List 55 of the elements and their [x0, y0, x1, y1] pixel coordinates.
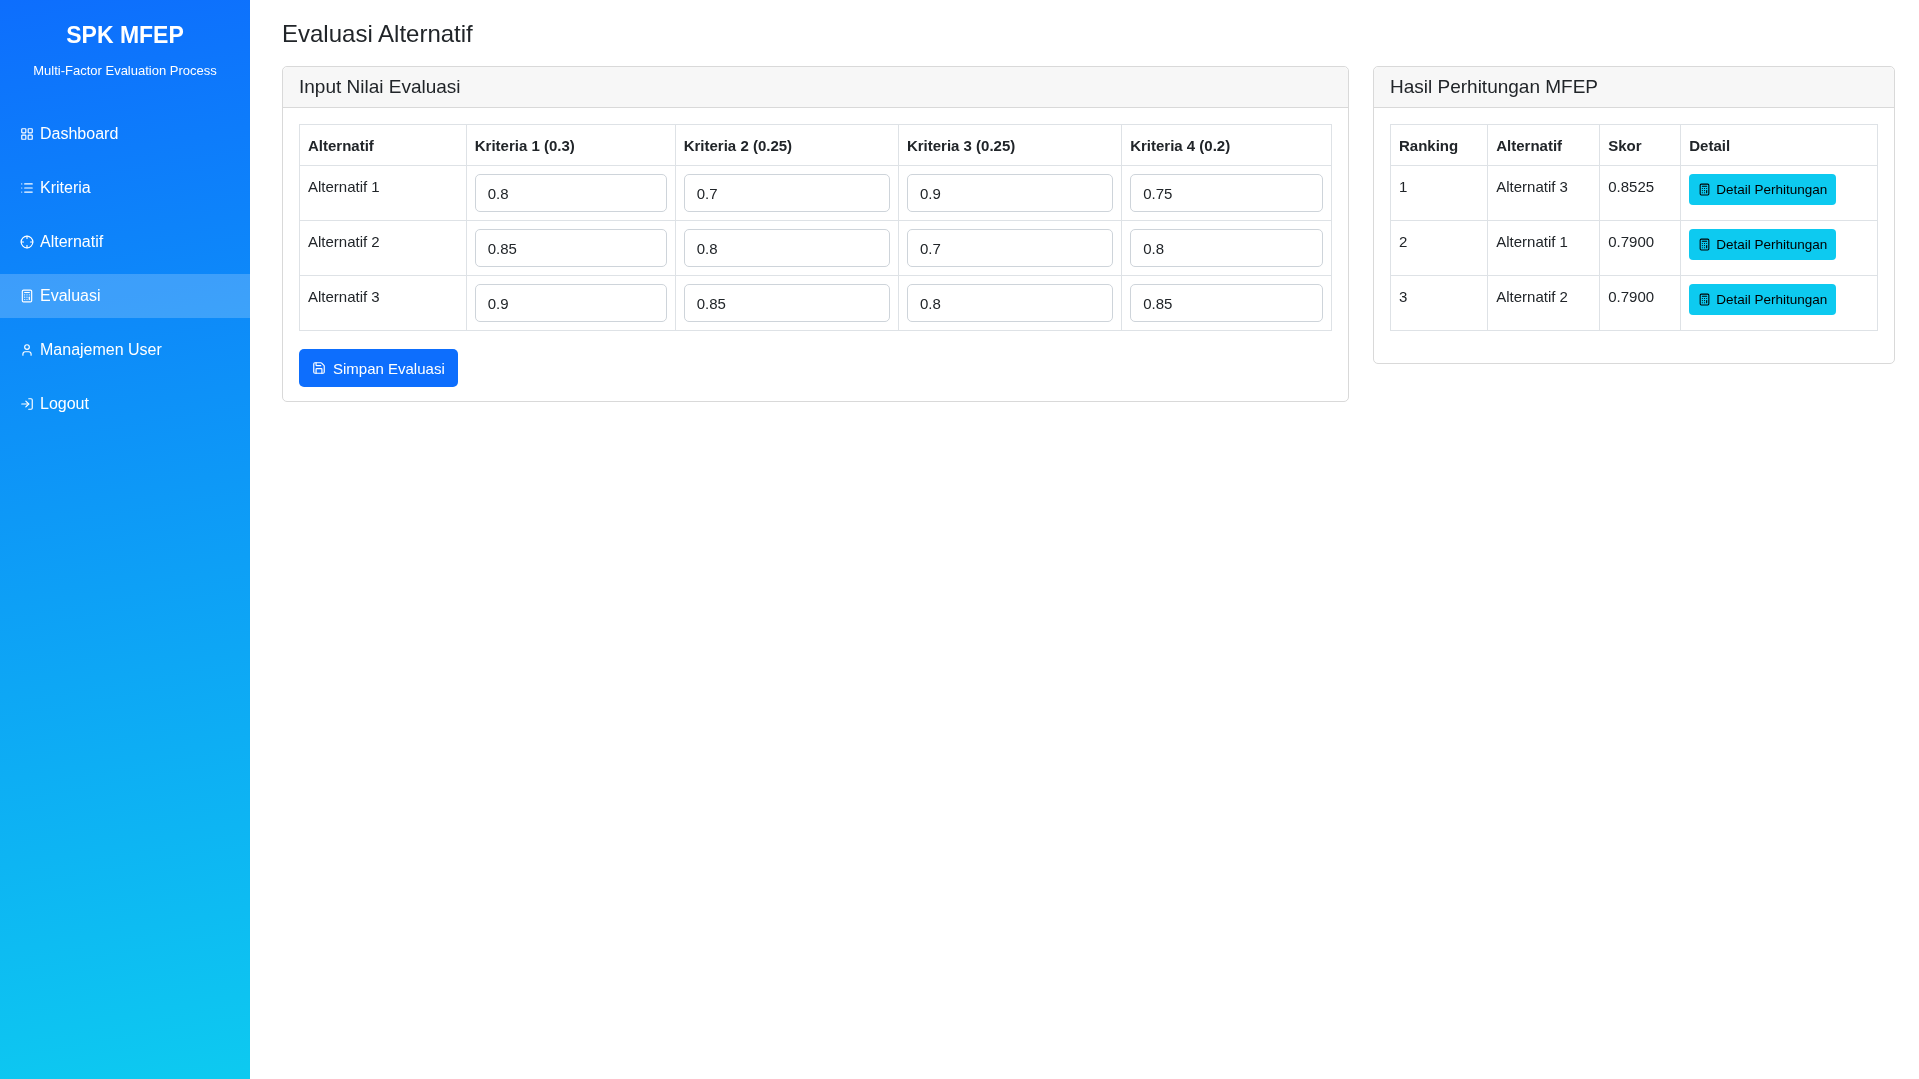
crosshair-icon [20, 235, 34, 249]
column-header: Alternatif [299, 124, 467, 166]
table-cell: 3 [1390, 275, 1488, 331]
calculator-icon [20, 289, 34, 303]
score-input[interactable]: 0.85 [1130, 284, 1323, 322]
score-input[interactable]: 0.7 [683, 174, 890, 212]
table-cell: 2 [1390, 220, 1488, 276]
calculator-icon [1698, 293, 1712, 306]
page-title: Evaluasi Alternatif [282, 20, 474, 48]
logout-icon [20, 397, 34, 411]
table-cell: 0.8525 [1599, 165, 1681, 221]
score-input[interactable]: 0.7 [906, 229, 1114, 267]
detail-button[interactable]: Detail Perhitungan [1689, 229, 1837, 260]
card-title: Input Nilai Evaluasi [283, 67, 1348, 108]
table-cell: 0.7900 [1599, 220, 1681, 276]
nav-item[interactable]: Kriteria [0, 166, 250, 210]
save-button[interactable]: Simpan Evaluasi [299, 349, 458, 387]
score-input[interactable]: 0.9 [474, 284, 667, 322]
table-cell: Alternatif 3 [1487, 165, 1600, 221]
detail-button[interactable]: Detail Perhitungan [1689, 284, 1837, 315]
column-header: Skor [1599, 124, 1681, 166]
score-input[interactable]: 0.8 [683, 229, 890, 267]
table-cell: Alternatif 2 [299, 220, 467, 276]
score-input[interactable]: 0.9 [906, 174, 1114, 212]
score-input[interactable]: 0.85 [474, 229, 667, 267]
app-title: SPK MFEP [65, 22, 185, 49]
table-cell: 0.7900 [1599, 275, 1681, 331]
column-header: Detail [1680, 124, 1878, 166]
score-input[interactable]: 0.85 [683, 284, 890, 322]
nav-item[interactable]: Alternatif [0, 220, 250, 264]
user-icon [20, 343, 34, 357]
score-input[interactable]: 0.8 [1130, 229, 1323, 267]
table-cell: Alternatif 1 [1487, 220, 1600, 276]
table-cell: Alternatif 2 [1487, 275, 1600, 331]
column-header: Kriteria 4 (0.2) [1121, 124, 1332, 166]
column-header: Kriteria 3 (0.25) [898, 124, 1122, 166]
calculator-icon [1698, 183, 1712, 196]
save-icon [312, 361, 326, 375]
column-header: Kriteria 2 (0.25) [675, 124, 899, 166]
table-cell: Alternatif 1 [299, 165, 467, 221]
calculator-icon [1698, 238, 1712, 251]
app-subtitle: Multi-Factor Evaluation Process [32, 63, 218, 78]
column-header: Alternatif [1487, 124, 1600, 166]
detail-button[interactable]: Detail Perhitungan [1689, 174, 1837, 205]
grid-icon [20, 127, 34, 141]
list-icon [20, 181, 34, 195]
score-input[interactable]: 0.75 [1130, 174, 1323, 212]
score-input[interactable]: 0.8 [906, 284, 1114, 322]
nav-item[interactable]: Dashboard [0, 112, 250, 156]
score-input[interactable]: 0.8 [474, 174, 667, 212]
card-title: Hasil Perhitungan MFEP [1374, 67, 1894, 108]
column-header: Kriteria 1 (0.3) [466, 124, 676, 166]
column-header: Ranking [1390, 124, 1488, 166]
table-cell: 1 [1390, 165, 1488, 221]
table-cell: Alternatif 3 [299, 275, 467, 331]
